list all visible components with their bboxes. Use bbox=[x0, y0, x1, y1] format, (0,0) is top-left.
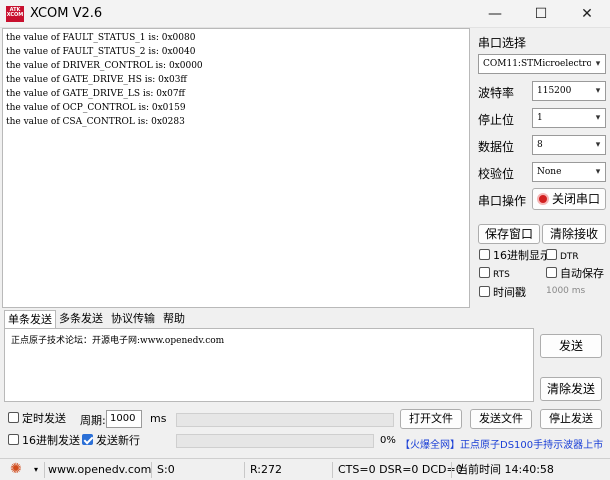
hex-send-checkbox[interactable]: 16进制发送 bbox=[8, 434, 80, 448]
hex-display-checkbox[interactable]: 16进制显示 bbox=[479, 249, 551, 263]
port-select[interactable]: COM11:STMicroelectronics ▾ bbox=[478, 54, 606, 74]
databits-select[interactable]: 8 ▾ bbox=[532, 135, 606, 155]
dropdown-arrow-icon[interactable]: ▾ bbox=[34, 459, 38, 480]
timestamp-ms-value: 1000 bbox=[546, 286, 569, 296]
hex-display-label: 16进制显示 bbox=[493, 249, 551, 262]
period-unit: ms bbox=[150, 412, 167, 425]
signal-status: CTS=0 DSR=0 DCD=0 bbox=[338, 463, 463, 476]
checkbox-icon bbox=[479, 249, 490, 260]
baud-select[interactable]: 115200 ▾ bbox=[532, 81, 606, 101]
send-newline-label: 发送新行 bbox=[96, 434, 140, 447]
parity-select-value: None bbox=[537, 167, 562, 177]
open-file-button[interactable]: 打开文件 bbox=[400, 409, 462, 429]
send-newline-checkbox[interactable]: 发送新行 bbox=[82, 434, 140, 448]
clear-receive-button[interactable]: 清除接收 bbox=[542, 224, 606, 244]
maximize-button[interactable]: ☐ bbox=[518, 0, 564, 28]
progress-percent: 0% bbox=[380, 435, 396, 446]
period-label: 周期: bbox=[80, 414, 106, 427]
stopbits-select[interactable]: 1 ▾ bbox=[532, 108, 606, 128]
log-line: the value of CSA_CONTROL is: 0x0283 bbox=[6, 117, 185, 127]
timestamp-ms-field[interactable]: 1000 ms bbox=[546, 286, 585, 296]
timestamp-checkbox[interactable]: 时间戳 bbox=[479, 286, 526, 300]
port-select-value: COM11:STMicroelectronics bbox=[483, 59, 606, 69]
parity-label: 校验位 bbox=[478, 167, 515, 181]
dtr-checkbox[interactable]: DTR bbox=[546, 249, 579, 264]
record-icon bbox=[537, 193, 549, 205]
log-line: the value of GATE_DRIVE_HS is: 0x03ff bbox=[6, 75, 187, 85]
baud-select-value: 115200 bbox=[537, 86, 572, 96]
chevron-down-icon: ▾ bbox=[591, 109, 605, 127]
send-progress-bar bbox=[176, 434, 374, 448]
send-file-button[interactable]: 发送文件 bbox=[470, 409, 532, 429]
auto-save-checkbox[interactable]: 自动保存 bbox=[546, 267, 604, 281]
stopbits-label: 停止位 bbox=[478, 113, 515, 127]
log-line: the value of OCP_CONTROL is: 0x0159 bbox=[6, 103, 186, 113]
log-line: the value of FAULT_STATUS_2 is: 0x0040 bbox=[6, 47, 196, 57]
period-input[interactable]: 1000 bbox=[106, 410, 142, 428]
chevron-down-icon: ▾ bbox=[591, 82, 605, 100]
chevron-down-icon: ▾ bbox=[591, 55, 605, 73]
tab-protocol[interactable]: 协议传输 bbox=[108, 310, 158, 328]
tab-single-send[interactable]: 单条发送 bbox=[4, 310, 56, 328]
baud-label: 波特率 bbox=[478, 86, 515, 100]
log-line: the value of FAULT_STATUS_1 is: 0x0080 bbox=[6, 33, 196, 43]
save-window-button[interactable]: 保存窗口 bbox=[478, 224, 540, 244]
serial-select-label: 串口选择 bbox=[478, 36, 527, 50]
chevron-down-icon: ▾ bbox=[591, 163, 605, 181]
log-scrollbar[interactable] bbox=[470, 28, 474, 308]
checkbox-checked-icon bbox=[82, 434, 93, 445]
clear-send-button[interactable]: 清除发送 bbox=[540, 377, 602, 401]
databits-select-value: 8 bbox=[537, 140, 543, 150]
log-line: the value of GATE_DRIVE_LS is: 0x07ff bbox=[6, 89, 185, 99]
window-title: XCOM V2.6 bbox=[30, 6, 103, 21]
timestamp-label: 时间戳 bbox=[493, 286, 526, 299]
chevron-down-icon: ▾ bbox=[591, 136, 605, 154]
databits-label: 数据位 bbox=[478, 140, 515, 154]
stopbits-select-value: 1 bbox=[537, 113, 543, 123]
checkbox-icon bbox=[8, 434, 19, 445]
current-time: 当前时间 14:40:58 bbox=[457, 463, 554, 476]
website-link[interactable]: www.openedv.com bbox=[48, 459, 151, 480]
tab-multi-send[interactable]: 多条发送 bbox=[56, 310, 106, 328]
timestamp-ms-unit: ms bbox=[571, 286, 586, 296]
timed-send-checkbox[interactable]: 定时发送 bbox=[8, 412, 66, 426]
sent-count: S:0 bbox=[157, 463, 175, 476]
checkbox-icon bbox=[8, 412, 19, 423]
app-logo-icon: ATK XCOM bbox=[6, 6, 24, 22]
send-button[interactable]: 发送 bbox=[540, 334, 602, 358]
auto-save-label: 自动保存 bbox=[560, 267, 604, 280]
receive-log[interactable]: the value of FAULT_STATUS_1 is: 0x0080 t… bbox=[2, 28, 470, 308]
log-line: the value of DRIVER_CONTROL is: 0x0000 bbox=[6, 61, 203, 71]
checkbox-icon bbox=[546, 267, 557, 278]
checkbox-icon bbox=[546, 249, 557, 260]
dtr-label: DTR bbox=[560, 252, 579, 262]
minimize-button[interactable]: — bbox=[472, 0, 518, 28]
send-input[interactable]: 正点原子技术论坛：开源电子网:www.openedv.com bbox=[4, 328, 534, 402]
file-path-bar bbox=[176, 413, 394, 427]
stop-send-button[interactable]: 停止发送 bbox=[540, 409, 602, 429]
hex-send-label: 16进制发送 bbox=[22, 434, 80, 447]
serial-op-label: 串口操作 bbox=[478, 194, 527, 208]
rts-label: RTS bbox=[493, 270, 510, 280]
promo-link[interactable]: 【火爆全网】正点原子DS100手持示波器上市 bbox=[400, 436, 603, 451]
checkbox-icon bbox=[479, 267, 490, 278]
rts-checkbox[interactable]: RTS bbox=[479, 267, 510, 282]
parity-select[interactable]: None ▾ bbox=[532, 162, 606, 182]
title-bar: ATK XCOM XCOM V2.6 — ☐ ✕ bbox=[0, 0, 610, 28]
close-port-label: 关闭串口 bbox=[552, 192, 601, 206]
checkbox-icon bbox=[479, 286, 490, 297]
timed-send-label: 定时发送 bbox=[22, 412, 66, 425]
gear-icon[interactable]: ✺ bbox=[10, 459, 22, 480]
close-button[interactable]: ✕ bbox=[564, 0, 610, 28]
status-bar: ✺ ▾ www.openedv.com S:0 R:272 CTS=0 DSR=… bbox=[0, 458, 610, 480]
tab-help[interactable]: 帮助 bbox=[160, 310, 188, 328]
received-count: R:272 bbox=[250, 463, 283, 476]
close-port-button[interactable]: 关闭串口 bbox=[532, 188, 606, 210]
app-logo-text: ATK XCOM bbox=[6, 7, 24, 18]
